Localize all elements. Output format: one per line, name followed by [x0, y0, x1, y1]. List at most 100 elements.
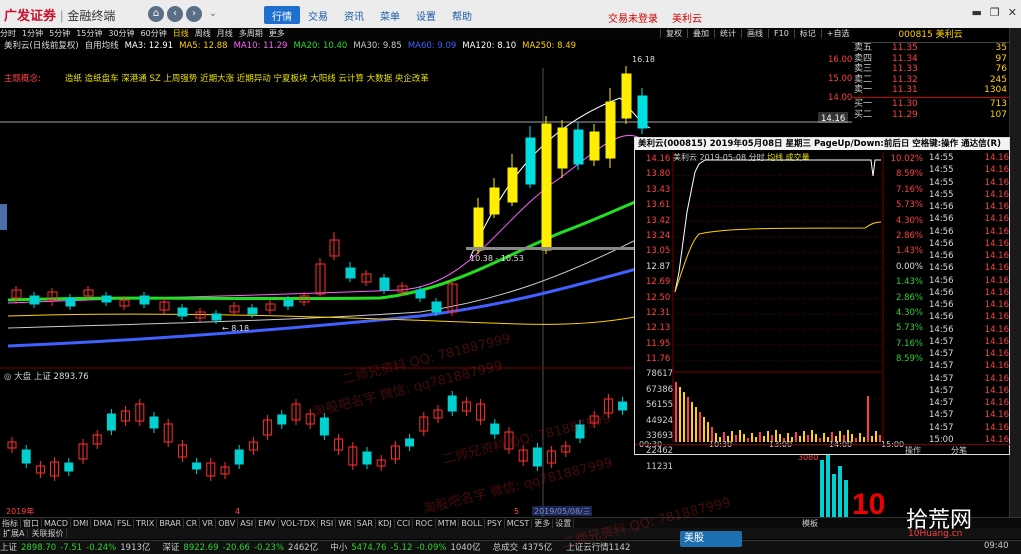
indicator-tab-22[interactable]: PSY: [484, 519, 505, 528]
tick-row: 14:57 14.16: [925, 360, 1011, 372]
current-stock-name: 美利云: [672, 14, 702, 25]
popup-footer: 操作 分笔: [635, 444, 1011, 456]
tick-time: 14:56: [929, 300, 954, 310]
indicator-tab-25[interactable]: 设置: [553, 519, 575, 528]
intraday-volume-bar: [795, 432, 797, 442]
brand-subtitle: 金融终端: [67, 9, 116, 23]
menu-item-5[interactable]: 帮助: [444, 6, 480, 24]
indicator-tab-16[interactable]: SAR: [354, 519, 376, 528]
book-volume: 76: [995, 64, 1007, 75]
index-amount-sz: 2462亿: [288, 543, 319, 553]
menu-item-0[interactable]: 行情: [264, 6, 300, 24]
minimize-icon[interactable]: ▬: [972, 6, 982, 19]
index-label-zx[interactable]: 中小: [330, 543, 347, 553]
tick-time: 14:57: [929, 422, 954, 433]
indicator-tab-7[interactable]: BRAR: [157, 519, 185, 528]
indicator-tab-15[interactable]: WR: [336, 519, 355, 528]
tick-time: 14:56: [929, 275, 954, 286]
book-price: 11.32: [892, 74, 918, 85]
date-axis-label: 5: [514, 507, 519, 516]
intraday-volume-bar: [807, 435, 809, 442]
home-icon[interactable]: ⌂: [148, 6, 164, 22]
tick-price: 14.16: [984, 226, 1009, 237]
book-row[interactable]: 买二 11.29 107: [852, 110, 1009, 121]
indicator-tab-23[interactable]: MCST: [504, 519, 533, 528]
indicator-tab-8[interactable]: CR: [184, 519, 201, 528]
book-row[interactable]: 卖五 11.35 35: [852, 43, 1009, 54]
intraday-popup: 美利云(000815) 2019年05月08日 星期三 PageUp/Down:…: [634, 137, 1011, 472]
book-price: 11.35: [892, 43, 918, 53]
indicator-tab-2[interactable]: MACD: [42, 519, 71, 528]
tick-time: 14:56: [929, 214, 954, 225]
indicator-tab-21[interactable]: BOLL: [459, 519, 485, 528]
book-row[interactable]: 卖二 11.32 245: [852, 75, 1009, 86]
indicator-tab-10[interactable]: OBV: [216, 519, 239, 528]
index-change-sh: -7.51: [60, 543, 83, 553]
tick-price: 14.16: [984, 251, 1009, 261]
tick-time: 14:57: [929, 373, 954, 384]
tick-row: 14:57 14.16: [925, 385, 1011, 397]
back-icon[interactable]: ‹: [167, 6, 183, 22]
forward-icon[interactable]: ›: [186, 6, 202, 22]
expand-icon[interactable]: ⌄: [205, 6, 221, 22]
login-status[interactable]: 交易未登录 美利云: [608, 10, 702, 25]
indicator-tab-0[interactable]: 指标: [0, 519, 21, 528]
restore-icon[interactable]: ❐: [990, 6, 1000, 19]
book-level: 卖二: [854, 74, 873, 85]
tick-time: 14:57: [929, 336, 954, 347]
indicator-tab-18[interactable]: CCI: [394, 519, 414, 528]
bottom-tab-1[interactable]: 关联报价: [28, 529, 68, 538]
intraday-volume-bar: [871, 436, 873, 442]
indicator-tab-9[interactable]: VR: [200, 519, 217, 528]
indicator-tab-6[interactable]: TRIX: [133, 519, 158, 528]
book-level: 卖五: [854, 43, 873, 53]
index-candle-body: [64, 462, 74, 472]
book-row[interactable]: 卖一 11.31 1304: [852, 85, 1009, 96]
indicator-tab-4[interactable]: DMA: [91, 519, 115, 528]
tick-price: 14.16: [984, 153, 1009, 163]
candle-body: [573, 129, 584, 165]
feed-status[interactable]: 上证云行情1142: [566, 543, 630, 553]
index-candle-body: [575, 424, 585, 439]
menu-item-3[interactable]: 菜单: [372, 6, 408, 24]
indicator-tab-24[interactable]: 更多: [532, 519, 554, 528]
menu-item-2[interactable]: 资讯: [336, 6, 372, 24]
book-level: 买二: [854, 109, 873, 120]
close-icon[interactable]: ✕: [1008, 6, 1017, 19]
indicator-tab-5[interactable]: FSL: [114, 519, 134, 528]
menu-item-1[interactable]: 交易: [300, 6, 336, 24]
index-label-sh[interactable]: 上证: [0, 543, 17, 553]
popup-foot-op[interactable]: 操作: [905, 445, 921, 456]
intraday-volume-bar: [703, 417, 705, 442]
book-row[interactable]: 买一 11.30 713: [852, 99, 1009, 110]
intraday-volume-bar: [823, 433, 825, 442]
tick-price: 14.16: [984, 275, 1009, 286]
menu-item-4[interactable]: 设置: [408, 6, 444, 24]
title-bar: 广发证券 | 金融终端 ⌂ ‹ › ⌄ 行情 交易 资讯 菜单 设置 帮助 交易未登录 美利云 …: [0, 0, 1021, 30]
tick-time: 14:56: [929, 287, 954, 298]
low-label: ← 8.18: [222, 324, 249, 333]
book-row[interactable]: 卖三 11.33 76: [852, 64, 1009, 75]
indicator-tab-12[interactable]: EMV: [256, 519, 279, 528]
overlay-badge[interactable]: 美股: [680, 531, 742, 547]
indicator-tab-20[interactable]: MTM: [435, 519, 460, 528]
indicator-tab-1[interactable]: 窗口: [21, 519, 42, 528]
date-axis-label: 4: [235, 507, 240, 516]
right-volume-bar: [832, 474, 836, 518]
index-label-sz[interactable]: 深证: [162, 543, 179, 553]
brand-watermark-url: 10Huang.cn: [908, 529, 963, 539]
indicator-tab-17[interactable]: KDJ: [375, 519, 395, 528]
popup-foot-ticks[interactable]: 分笔: [951, 445, 967, 456]
tick-price: 14.16: [984, 349, 1009, 359]
indicator-tab-19[interactable]: ROC: [413, 519, 436, 528]
tick-time: 14:56: [929, 202, 954, 212]
candle-body: [65, 297, 76, 307]
indicator-tab-14[interactable]: RSI: [318, 519, 337, 528]
indicator-tab-11[interactable]: ASI: [238, 519, 257, 528]
bottom-tab-0[interactable]: 扩展A: [0, 529, 29, 538]
indicator-tab-3[interactable]: DMI: [70, 519, 92, 528]
tick-row: 14:57 14.16: [925, 348, 1011, 360]
indicator-tab-13[interactable]: VOL-TDX: [278, 519, 319, 528]
book-row[interactable]: 卖四 11.34 97: [852, 54, 1009, 65]
book-level: 卖三: [854, 64, 873, 75]
